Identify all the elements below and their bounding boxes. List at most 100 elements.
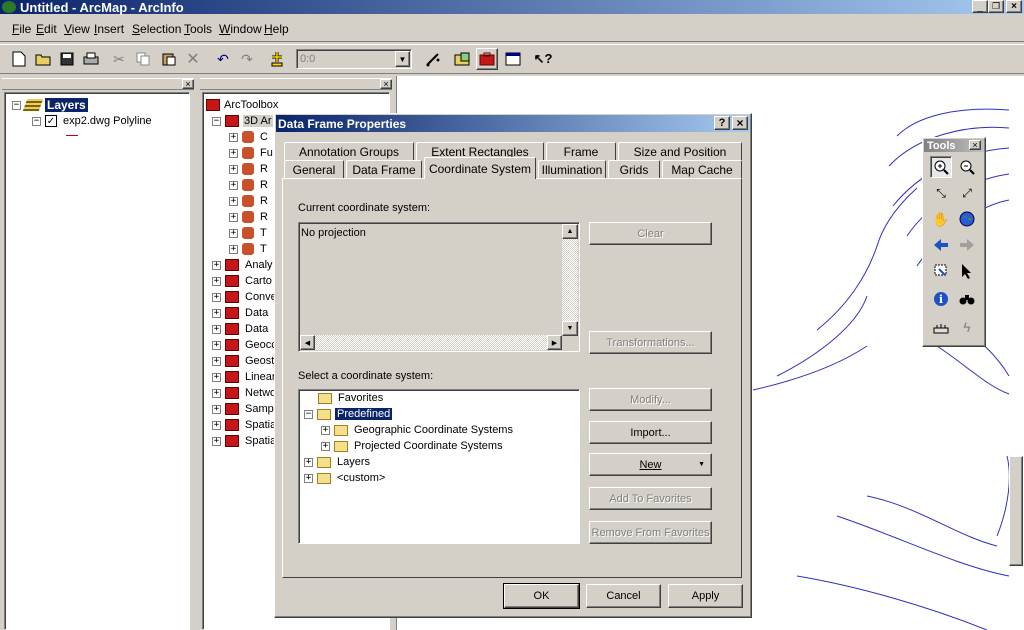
tree-layers[interactable]: + Layers: [304, 454, 370, 470]
toolset-row[interactable]: + T: [229, 241, 267, 257]
cut-icon[interactable]: ✂: [108, 48, 130, 70]
modify-button[interactable]: Modify...: [589, 388, 712, 411]
toolset-row[interactable]: + R: [229, 177, 268, 193]
open-folder-icon[interactable]: [32, 48, 54, 70]
expand-icon[interactable]: +: [212, 340, 221, 350]
toolset-row[interactable]: + Fu: [229, 145, 273, 161]
expand-icon[interactable]: +: [229, 148, 238, 158]
tab-coordinate-system[interactable]: Coordinate System: [424, 157, 536, 179]
expand-icon[interactable]: +: [212, 356, 221, 366]
save-icon[interactable]: [56, 48, 78, 70]
tab-general[interactable]: General: [284, 160, 344, 178]
tree-projected[interactable]: + Projected Coordinate Systems: [321, 438, 503, 454]
redo-icon[interactable]: ↷: [236, 48, 258, 70]
toolbox-row[interactable]: + Analy: [212, 257, 273, 273]
layer-visibility-checkbox[interactable]: ✓: [45, 115, 57, 127]
toolset-row[interactable]: + T: [229, 225, 267, 241]
clear-button[interactable]: Clear: [589, 222, 712, 245]
collapse-icon[interactable]: −: [212, 116, 221, 126]
full-extent-globe-icon[interactable]: [956, 208, 978, 230]
apply-button[interactable]: Apply: [668, 584, 743, 608]
close-app-button[interactable]: ×: [1006, 0, 1022, 13]
map-vertical-scrollbar[interactable]: [1009, 456, 1023, 566]
expand-icon[interactable]: +: [229, 196, 238, 206]
expand-icon[interactable]: +: [212, 308, 221, 318]
scroll-up-icon[interactable]: ▲: [562, 224, 578, 239]
toolbox-row[interactable]: + Data: [212, 305, 268, 321]
expand-icon[interactable]: +: [212, 324, 221, 334]
expand-icon[interactable]: +: [212, 388, 221, 398]
undo-icon[interactable]: ↶: [212, 48, 234, 70]
hyperlink-lightning-icon[interactable]: ϟ: [956, 316, 978, 338]
horizontal-scrollbar[interactable]: ◀ ▶: [300, 335, 562, 350]
toolset-row[interactable]: + R: [229, 161, 268, 177]
minimize-button[interactable]: _: [972, 0, 988, 13]
layer-label[interactable]: exp2.dwg Polyline: [63, 115, 152, 127]
current-coordinate-textbox[interactable]: No projection ▲ ▼ ◀ ▶: [298, 222, 580, 352]
menu-file[interactable]: File: [12, 22, 31, 36]
collapse-icon[interactable]: −: [304, 409, 313, 419]
select-elements-arrow-icon[interactable]: [956, 260, 978, 282]
vertical-scrollbar[interactable]: ▲ ▼: [562, 224, 578, 336]
tree-geographic[interactable]: + Geographic Coordinate Systems: [321, 422, 513, 438]
toolbox-row[interactable]: + Geost: [212, 353, 274, 369]
toc-layers-row[interactable]: − Layers: [12, 97, 88, 113]
print-icon[interactable]: [80, 48, 102, 70]
tab-annotation-groups[interactable]: Annotation Groups: [284, 142, 414, 160]
identify-info-icon[interactable]: i: [930, 288, 952, 310]
zoom-out-icon[interactable]: [956, 156, 978, 178]
add-to-favorites-button[interactable]: Add To Favorites: [589, 487, 712, 510]
toolbox-row[interactable]: + Conve: [212, 289, 277, 305]
expand-icon[interactable]: +: [212, 420, 221, 430]
add-data-icon[interactable]: [266, 48, 288, 70]
expand-icon[interactable]: +: [304, 457, 313, 467]
whats-this-help-icon[interactable]: ↖?: [532, 48, 554, 70]
new-dropdown-button[interactable]: New ▼: [589, 453, 712, 476]
toolset-row[interactable]: + C: [229, 129, 268, 145]
menu-help[interactable]: Help: [264, 22, 289, 36]
tab-grids[interactable]: Grids: [608, 160, 660, 178]
toolbox-row[interactable]: + Spatia: [212, 433, 276, 449]
expand-icon[interactable]: +: [212, 292, 221, 302]
find-binoculars-icon[interactable]: [956, 288, 978, 310]
expand-icon[interactable]: +: [229, 244, 238, 254]
select-features-icon[interactable]: [930, 260, 952, 282]
close-tools-button[interactable]: ×: [969, 140, 981, 150]
expand-icon[interactable]: +: [229, 132, 238, 142]
fixed-zoom-in-icon[interactable]: ⤡: [930, 182, 952, 204]
menu-view[interactable]: View: [64, 22, 90, 36]
arccatalog-icon[interactable]: [452, 48, 474, 70]
paste-icon[interactable]: [158, 48, 180, 70]
toolbox-row[interactable]: + Samp: [212, 401, 274, 417]
toolbox-row[interactable]: + Linear: [212, 369, 276, 385]
arctoolbox-icon[interactable]: [476, 48, 498, 70]
toolbox-row[interactable]: + Carto: [212, 273, 272, 289]
collapse-icon[interactable]: −: [12, 100, 21, 110]
editor-icon[interactable]: [422, 48, 444, 70]
copy-icon[interactable]: [132, 48, 154, 70]
chevron-down-icon[interactable]: ▼: [395, 51, 410, 67]
tab-illumination[interactable]: Illumination: [538, 160, 606, 178]
tree-predefined[interactable]: − Predefined: [304, 406, 393, 422]
tree-custom[interactable]: + <custom>: [304, 470, 385, 486]
scroll-left-icon[interactable]: ◀: [300, 335, 315, 350]
fixed-zoom-out-icon[interactable]: ⤢: [956, 182, 978, 204]
menu-window[interactable]: Window: [219, 22, 262, 36]
toolbox-row[interactable]: + Netwo: [212, 385, 276, 401]
menu-insert[interactable]: Insert: [94, 22, 124, 36]
menu-tools[interactable]: Tools: [184, 22, 212, 36]
remove-from-favorites-button[interactable]: Remove From Favorites: [589, 521, 712, 544]
toolbox-row[interactable]: + Data: [212, 321, 268, 337]
collapse-icon[interactable]: −: [32, 116, 41, 126]
delete-icon[interactable]: ✕: [182, 48, 204, 70]
menu-edit[interactable]: Edit: [36, 22, 57, 36]
close-toolbox-button[interactable]: ×: [380, 79, 392, 89]
scroll-down-icon[interactable]: ▼: [562, 321, 578, 336]
new-document-icon[interactable]: [8, 48, 30, 70]
import-button[interactable]: Import...: [589, 421, 712, 444]
expand-icon[interactable]: +: [304, 473, 313, 483]
toc-root-label[interactable]: Layers: [45, 98, 88, 112]
expand-icon[interactable]: +: [212, 436, 221, 446]
expand-icon[interactable]: +: [212, 372, 221, 382]
transformations-button[interactable]: Transformations...: [589, 331, 712, 354]
